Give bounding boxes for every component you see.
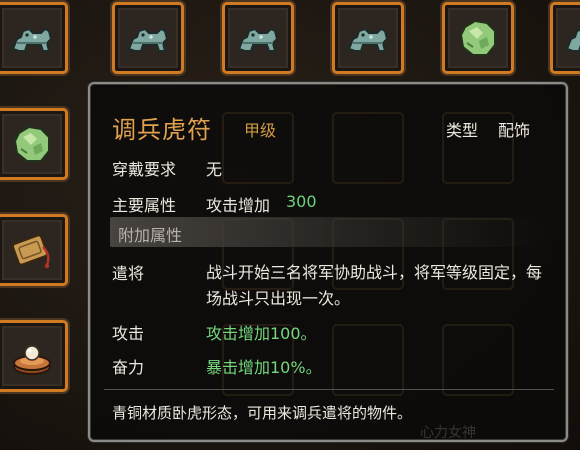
item-type-value: 配饰 <box>498 121 531 140</box>
item-title: 调兵虎符 <box>112 116 212 144</box>
flavor-text: 青铜材质卧虎形态，可用来调兵遣将的物件。 <box>112 404 413 422</box>
inventory-slot[interactable] <box>222 2 294 74</box>
background-slot-outline <box>332 324 404 396</box>
extra-attributes-header: 附加属性 <box>110 217 550 247</box>
tooltip-divider <box>104 389 554 390</box>
inventory-slot[interactable] <box>0 2 68 74</box>
inventory-slot[interactable] <box>442 2 514 74</box>
inventory-slot[interactable] <box>0 214 68 286</box>
jade-tiger-tally-icon <box>123 13 173 63</box>
green-jade-stone-icon <box>453 13 503 63</box>
item-type-label: 类型 <box>446 121 479 140</box>
skill-description: 战斗开始三名将军协助战斗，将军等级固定，每场战斗只出现一次。 <box>206 263 543 308</box>
watermark: 心力女神 <box>420 425 476 441</box>
jade-tiger-tally-icon <box>343 13 393 63</box>
jade-tiger-tally-icon <box>7 13 57 63</box>
requirement-label: 穿戴要求 <box>112 160 177 179</box>
green-jade-stone-icon <box>7 119 57 169</box>
bonus-fury-label: 奋力 <box>112 358 145 377</box>
jade-tiger-tally-icon <box>233 13 283 63</box>
bonus-attack-label: 攻击 <box>112 324 145 343</box>
inventory-slot[interactable] <box>0 320 68 392</box>
bonus-attack-value: 攻击增加100。 <box>206 324 317 343</box>
item-grade: 甲级 <box>244 121 277 140</box>
skill-name: 遣将 <box>112 264 145 283</box>
inventory-slot[interactable] <box>550 2 580 74</box>
extra-attributes-label: 附加属性 <box>118 226 183 245</box>
inventory-slot[interactable] <box>0 108 68 180</box>
game-screen: 调兵虎符 甲级 类型 配饰 穿戴要求 无 主要属性 攻击增加 300 附加属性 … <box>0 0 580 450</box>
inventory-slot[interactable] <box>332 2 404 74</box>
inventory-slot[interactable] <box>112 2 184 74</box>
pearl-cushion-icon <box>7 331 57 381</box>
main-attribute-text: 攻击增加 <box>206 196 271 215</box>
main-attribute-value: 300 <box>286 192 317 211</box>
bronze-token-icon <box>7 225 57 275</box>
bonus-fury-value: 暴击增加10%。 <box>206 358 322 377</box>
jade-tiger-tally-icon <box>561 13 580 63</box>
main-attribute-label: 主要属性 <box>112 196 177 215</box>
background-slot-outline <box>442 324 514 396</box>
background-slot-outline <box>332 112 404 184</box>
item-tooltip: 调兵虎符 甲级 类型 配饰 穿戴要求 无 主要属性 攻击增加 300 附加属性 … <box>88 82 568 442</box>
requirement-value: 无 <box>206 160 223 179</box>
